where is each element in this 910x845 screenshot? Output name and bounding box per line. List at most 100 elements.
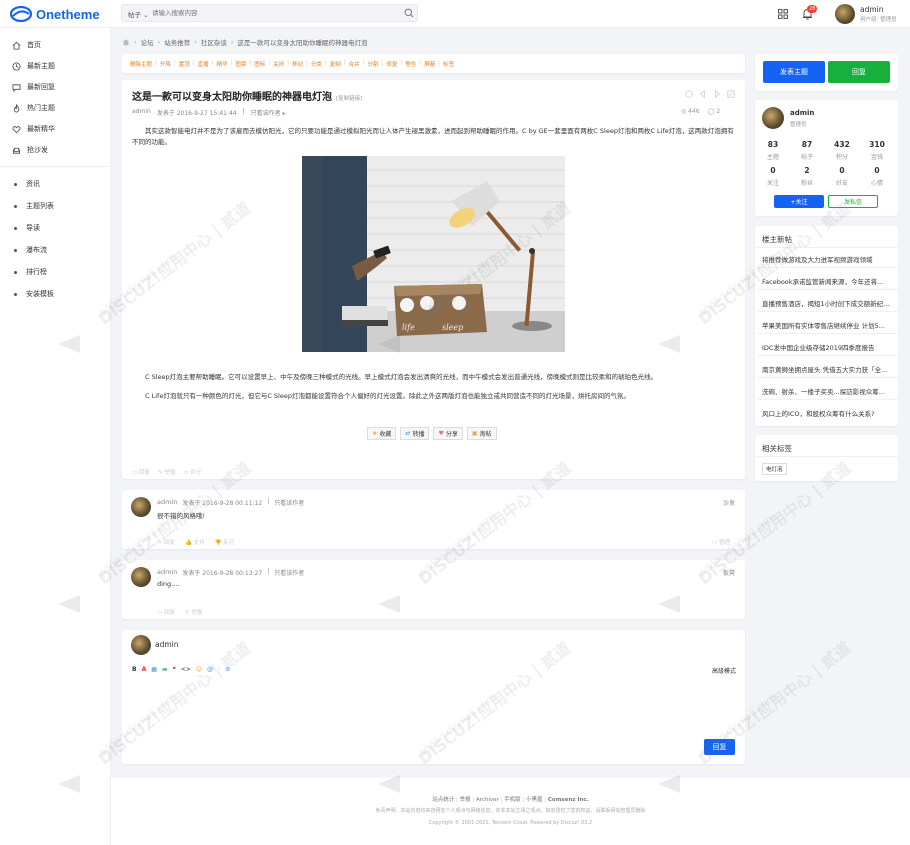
sidebar-item-latest-topics[interactable]: 最新主题 <box>12 61 55 71</box>
admin-tool-link[interactable]: 复制 <box>330 60 341 68</box>
admin-tool-link[interactable]: 屏蔽 <box>424 60 435 68</box>
admin-tool-link[interactable]: 置顶 <box>179 60 190 68</box>
support-link[interactable]: 👍 支持 <box>185 538 205 546</box>
thread-link[interactable]: IDC发中国企业级存储2019四季度报告 <box>762 342 897 352</box>
search-icon[interactable] <box>404 8 414 18</box>
user-avatar[interactable] <box>835 4 855 24</box>
breadcrumb-item[interactable]: 站务推荐 <box>164 37 190 47</box>
copy-link[interactable]: [复制链接] <box>336 94 362 102</box>
admin-tool-link[interactable]: 删除主题 <box>130 60 152 68</box>
admin-tool-link[interactable]: 修复 <box>386 60 397 68</box>
post-image[interactable]: life sleep <box>302 156 565 352</box>
floor-label[interactable]: 板凳 <box>723 568 735 577</box>
message-button[interactable]: 发私信 <box>828 195 878 208</box>
advanced-mode-link[interactable]: 高级模式 <box>712 666 736 675</box>
bold-icon[interactable]: B <box>132 666 137 673</box>
admin-tool-link[interactable]: 图章 <box>235 60 246 68</box>
stat-number[interactable]: 0 <box>758 166 788 175</box>
oppose-link[interactable]: 👎 反对 <box>215 538 235 546</box>
sidebar-item-ranking[interactable]: 排行榜 <box>14 267 47 277</box>
previous-icon[interactable] <box>699 90 707 98</box>
floor-label[interactable]: 沙发 <box>723 498 735 507</box>
admin-tool-link[interactable]: 升降 <box>160 60 171 68</box>
image-icon[interactable]: ▦ <box>151 666 157 673</box>
reply-button[interactable]: 回复 <box>828 61 890 83</box>
reply-author[interactable]: admin <box>157 498 177 507</box>
sidebar-item-waterfall[interactable]: 瀑布流 <box>14 245 47 255</box>
stat-number[interactable]: 0 <box>862 166 892 175</box>
attachment-icon[interactable]: ⊘ <box>225 666 230 673</box>
apps-grid-icon[interactable] <box>778 9 788 19</box>
stat-number[interactable]: 87 <box>792 140 822 149</box>
manage-link[interactable]: ▭ 管理 <box>712 538 730 546</box>
breadcrumb-item-current[interactable]: 这是一款可以变身太阳助你睡眠的神器电灯泡 <box>237 37 367 47</box>
admin-tool-link[interactable]: 分类 <box>311 60 322 68</box>
follow-button[interactable]: +关注 <box>774 195 824 208</box>
header-user-name[interactable]: admin <box>860 5 884 14</box>
admin-tool-link[interactable]: 标签 <box>443 60 454 68</box>
avatar[interactable] <box>131 497 151 517</box>
post-author[interactable]: admin <box>132 108 151 117</box>
footer-link[interactable]: 小黑屋 <box>526 797 543 803</box>
breadcrumb-item[interactable]: 社区杂谈 <box>201 37 227 47</box>
breadcrumb-item[interactable]: 论坛 <box>141 37 154 47</box>
sidebar-item-guide[interactable]: 导读 <box>14 223 40 233</box>
stat-number[interactable]: 432 <box>827 140 857 149</box>
search-input[interactable] <box>152 7 392 19</box>
sidebar-item-install-template[interactable]: 安装模板 <box>14 289 54 299</box>
smiley-icon[interactable]: ☺ <box>196 666 202 673</box>
reply-link[interactable]: ▭ 回复 <box>157 608 175 616</box>
admin-tool-link[interactable]: 分割 <box>368 60 379 68</box>
submit-reply-button[interactable]: 回复 <box>704 739 735 755</box>
footer-link[interactable]: Comsenz Inc. <box>548 797 589 803</box>
only-author-link[interactable]: 只看该作者 <box>274 498 304 507</box>
sidebar-item-essence[interactable]: 最新精华 <box>12 124 55 134</box>
thread-link[interactable]: 洗碗、射杀、一楼子买卖...探訪影视众筹... <box>762 386 897 396</box>
stat-number[interactable]: 83 <box>758 140 788 149</box>
at-icon[interactable]: @ <box>207 666 213 673</box>
sidebar-item-latest-replies[interactable]: 最新回复 <box>12 82 55 92</box>
footer-link[interactable]: 举报 <box>460 797 471 803</box>
share-button[interactable]: ♥ 分享 <box>433 427 463 440</box>
sidebar-item-sofa[interactable]: 抢沙发 <box>12 145 48 155</box>
search-type-select[interactable]: 帖子 ⌄ <box>128 9 149 19</box>
thread-link[interactable]: 苹果美国所有实体零售店继续停业 计划5... <box>762 320 897 330</box>
thread-link[interactable]: 风口上的ICO，和股权众筹有什么关系? <box>762 408 897 418</box>
admin-tool-link[interactable]: 图标 <box>254 60 265 68</box>
rate-link[interactable]: ▭ 评分 <box>183 468 201 476</box>
sidebar-item-hot-topics[interactable]: 热门主题 <box>12 103 55 113</box>
report-link[interactable]: ✎ 举报 <box>158 468 175 476</box>
quote-icon[interactable]: ❝ <box>173 666 176 673</box>
footer-link[interactable]: 手机版 <box>504 797 521 803</box>
home-icon[interactable] <box>122 38 130 46</box>
favorite-button[interactable]: ★ 收藏 <box>367 427 397 440</box>
admin-tool-link[interactable]: 警告 <box>405 60 416 68</box>
stat-number[interactable]: 310 <box>862 140 892 149</box>
admin-tool-link[interactable]: 关闭 <box>273 60 284 68</box>
only-author-link[interactable]: 只看该作者 ▸ <box>251 108 286 117</box>
footer-link[interactable]: 站点统计 <box>432 797 454 803</box>
thread-link[interactable]: 将推荐做游戏及大力进军视频游戏领域 <box>762 254 897 264</box>
media-icon[interactable]: ▬ <box>162 666 168 673</box>
reply-textarea[interactable] <box>132 678 736 733</box>
stat-number[interactable]: 2 <box>792 166 822 175</box>
tao-button[interactable]: ▣ 淘帖 <box>466 427 497 440</box>
admin-tool-link[interactable]: 直播 <box>198 60 209 68</box>
reply-author[interactable]: admin <box>157 568 177 577</box>
thread-link[interactable]: Facebook承诺监管新闻来源，今年还将... <box>762 276 897 286</box>
reply-link[interactable]: ▭ 回复 <box>157 538 175 546</box>
footer-link[interactable]: Archiver <box>476 797 499 803</box>
sidebar-item-topic-list[interactable]: 主题列表 <box>14 201 54 211</box>
only-author-link[interactable]: 只看该作者 <box>274 568 304 577</box>
thread-link[interactable]: 南京黄狮坐拥点屋头 凭借五大实力获「全... <box>762 364 897 374</box>
site-logo[interactable]: Onetheme <box>10 6 100 22</box>
profile-name[interactable]: admin <box>790 109 814 117</box>
new-topic-button[interactable]: 发表主题 <box>763 61 825 83</box>
sidebar-item-home[interactable]: 首页 <box>12 40 41 50</box>
stat-number[interactable]: 0 <box>827 166 857 175</box>
print-icon[interactable] <box>685 90 693 98</box>
thread-link[interactable]: 直播预售酒店，揭短1小时创下成交额新纪... <box>762 298 897 308</box>
avatar[interactable] <box>131 567 151 587</box>
code-icon[interactable]: <> <box>181 666 191 673</box>
avatar[interactable] <box>762 107 784 129</box>
